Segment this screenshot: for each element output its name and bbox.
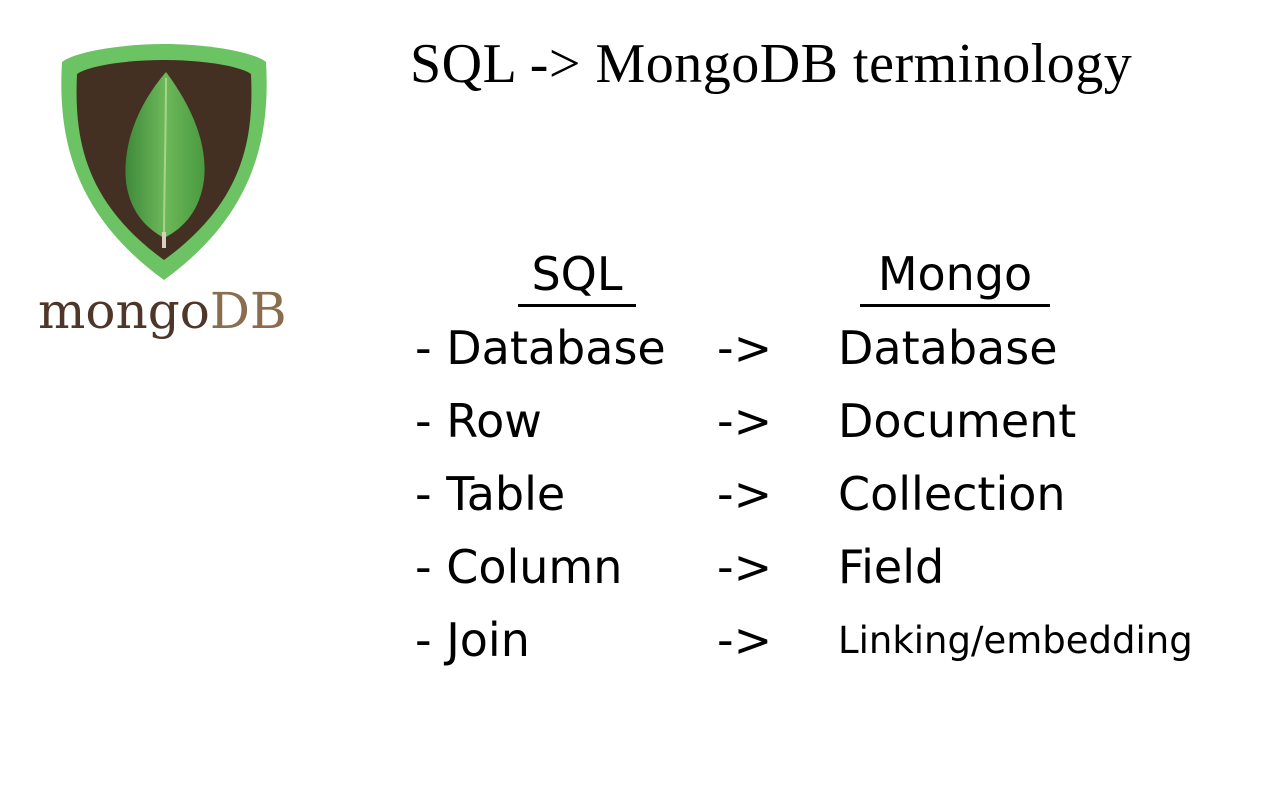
page-title: SQL -> MongoDB terminology [410,33,1133,95]
mongo-term: Document [838,394,1077,448]
sql-term: - Database [415,321,666,375]
mongo-term: Field [838,540,945,594]
sql-term: - Row [415,394,542,448]
arrow: -> [717,321,773,375]
arrow: -> [717,394,773,448]
mongodb-leaf-icon [61,44,267,280]
mongodb-logo: mongoDB [38,42,298,352]
sql-term: - Join [415,613,530,667]
wordmark-mongo: mongo [38,282,210,340]
terminology-list: - Database -> Database - Row -> Document… [415,312,1265,677]
term-row-column: - Column -> Field [415,531,1265,604]
term-row-join: - Join -> Linking/embedding [415,604,1265,677]
mongo-term: Collection [838,467,1066,521]
term-row-database: - Database -> Database [415,312,1265,385]
mongo-term: Database [838,321,1058,375]
header-sql: SQL [518,244,636,307]
mongo-term: Linking/embedding [838,619,1193,662]
header-mongo: Mongo [860,244,1050,307]
mongodb-wordmark: mongoDB [38,282,298,340]
sql-term: - Column [415,540,623,594]
arrow: -> [717,540,773,594]
sql-term: - Table [415,467,566,521]
term-row-row: - Row -> Document [415,385,1265,458]
arrow: -> [717,613,773,667]
wordmark-db: DB [209,282,287,340]
arrow: -> [717,467,773,521]
term-row-table: - Table -> Collection [415,458,1265,531]
